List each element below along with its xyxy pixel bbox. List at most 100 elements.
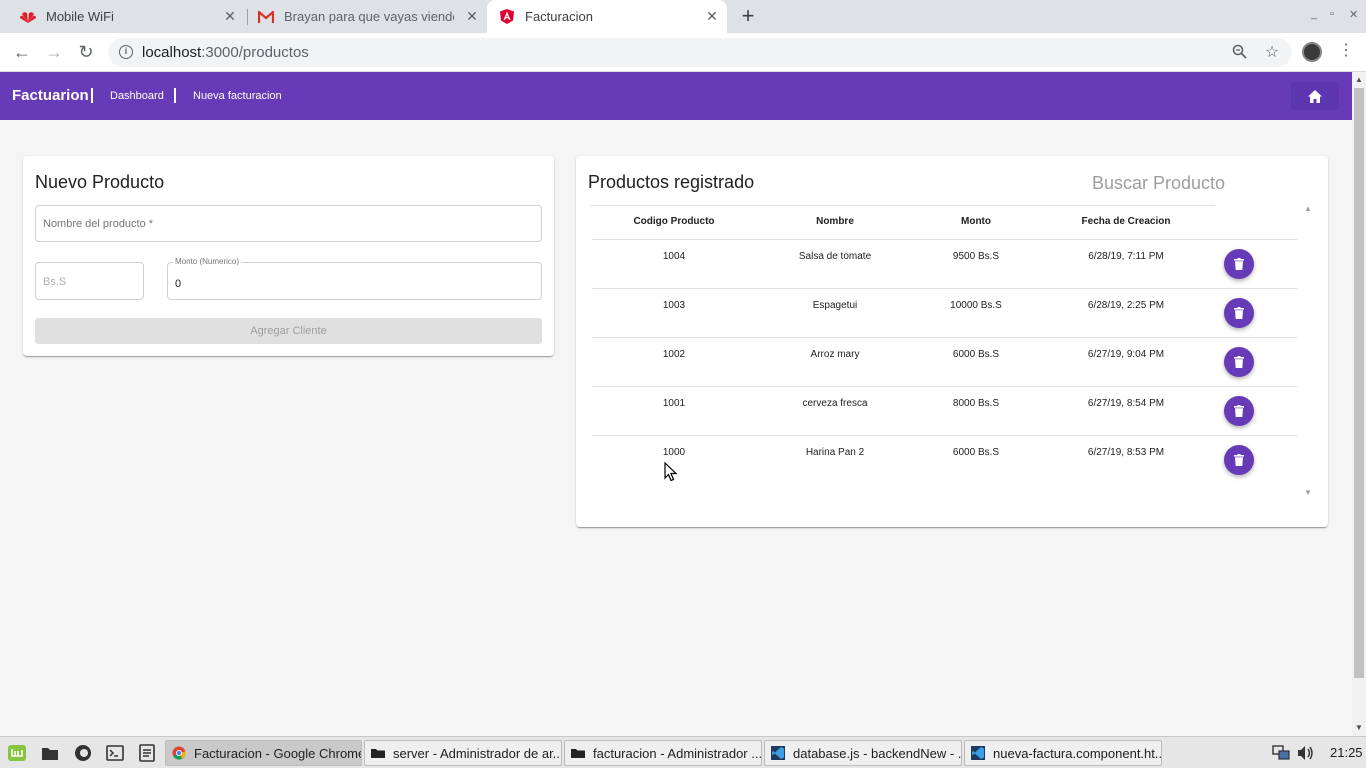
cell-name: Arroz mary [810, 349, 860, 360]
cell-code: 1002 [662, 349, 686, 360]
delete-product-button[interactable] [1224, 249, 1254, 279]
vscode-icon [971, 746, 985, 760]
cell-name: Harina Pan 2 [805, 447, 865, 458]
address-bar[interactable]: i localhost:3000/productos ☆ [108, 38, 1292, 67]
cell-code: 1004 [662, 251, 686, 262]
os-taskbar: Facturacion - Google Chrome server - Adm… [0, 736, 1366, 768]
cell-name: Espagetui [812, 300, 858, 311]
amount-label: Monto (Numerico) [173, 257, 242, 266]
home-icon [1308, 89, 1322, 103]
task-label: server - Administrador de ar... [393, 745, 562, 761]
network-icon[interactable] [1272, 745, 1290, 761]
delete-product-button[interactable] [1224, 298, 1254, 328]
files-icon[interactable] [40, 743, 60, 763]
column-header-code: Codigo Producto [633, 216, 715, 227]
task-vscode-database[interactable]: database.js - backendNew - ... [764, 740, 962, 766]
trash-icon [1234, 454, 1244, 466]
reload-icon[interactable]: ↻ [76, 42, 96, 62]
close-window-icon[interactable]: ✕ [1349, 8, 1358, 21]
currency-placeholder: Bs.S [43, 276, 67, 288]
task-file-manager-server[interactable]: server - Administrador de ar... [364, 740, 562, 766]
tab-mobile-wifi[interactable]: Mobile WiFi ✕ [0, 0, 245, 33]
search-product-input[interactable]: Buscar Producto [1092, 173, 1225, 194]
text-editor-icon[interactable] [137, 743, 157, 763]
folder-icon [571, 749, 585, 758]
header-divider [592, 239, 1297, 240]
back-arrow-icon[interactable]: ← [12, 42, 32, 62]
brand-title[interactable]: Factuarion [12, 87, 89, 104]
chrome-icon [172, 746, 186, 760]
cell-code: 1001 [662, 398, 686, 409]
folder-icon [371, 749, 385, 758]
nav-divider [174, 88, 176, 103]
new-tab-button[interactable]: + [737, 5, 759, 28]
delete-product-button[interactable] [1224, 396, 1254, 426]
menu-kebab-icon[interactable]: ⋮ [1338, 41, 1354, 61]
row-divider [592, 337, 1297, 338]
scroll-up-arrow-icon[interactable]: ▲ [1355, 75, 1363, 84]
close-tab-icon[interactable]: ✕ [223, 9, 237, 23]
cell-name: Salsa de tomate [798, 251, 872, 262]
add-client-button[interactable]: Agregar Cliente [35, 318, 542, 344]
column-header-date: Fecha de Creacion [1081, 216, 1171, 227]
scroll-down-arrow-icon[interactable]: ▼ [1304, 488, 1312, 497]
cell-amount: 10000 Bs.S [950, 300, 1002, 311]
zoom-icon[interactable] [1230, 44, 1248, 62]
close-tab-icon[interactable]: ✕ [465, 9, 479, 23]
task-vscode-nueva-factura[interactable]: nueva-factura.component.ht... [964, 740, 1162, 766]
nav-link-nueva-facturacion[interactable]: Nueva facturacion [193, 90, 282, 102]
forward-arrow-icon[interactable]: → [44, 42, 64, 62]
close-tab-icon[interactable]: ✕ [705, 9, 719, 23]
firefox-icon[interactable] [73, 743, 93, 763]
bookmark-star-icon[interactable]: ☆ [1263, 44, 1281, 62]
delete-product-button[interactable] [1224, 347, 1254, 377]
cell-date: 6/27/19, 8:53 PM [1087, 447, 1165, 458]
scroll-up-arrow-icon[interactable]: ▲ [1304, 204, 1312, 213]
task-file-manager-facturacion[interactable]: facturacion - Administrador ... [564, 740, 762, 766]
cell-amount: 9500 Bs.S [952, 251, 1000, 262]
product-name-input[interactable]: Nombre del producto * [35, 205, 542, 242]
trash-icon [1234, 405, 1244, 417]
new-product-title: Nuevo Producto [35, 172, 165, 192]
terminal-icon[interactable] [105, 743, 125, 763]
cell-amount: 8000 Bs.S [952, 398, 1000, 409]
scroll-down-arrow-icon[interactable]: ▼ [1355, 723, 1363, 732]
table-scrollbar[interactable]: ▲ ▼ [1302, 204, 1314, 498]
maximize-icon[interactable]: ▫ [1330, 8, 1334, 20]
tab-gmail[interactable]: Brayan para que vayas viendo ✕ [238, 0, 487, 33]
mouse-cursor-icon [664, 462, 677, 482]
cell-code: 1003 [662, 300, 686, 311]
trash-icon [1234, 356, 1244, 368]
cell-amount: 6000 Bs.S [952, 349, 1000, 360]
url-text: localhost:3000/productos [142, 44, 309, 61]
row-divider [592, 386, 1297, 387]
cell-code: 1000 [662, 447, 686, 458]
huawei-icon [20, 9, 36, 25]
scrollbar-thumb[interactable] [1354, 88, 1364, 678]
cell-amount: 6000 Bs.S [952, 447, 1000, 458]
trash-icon [1234, 258, 1244, 270]
tab-facturacion[interactable]: Facturacion ✕ [487, 0, 727, 33]
task-label: Facturacion - Google Chrome [194, 745, 362, 761]
cell-name: cerveza fresca [802, 398, 868, 409]
delete-product-button[interactable] [1224, 445, 1254, 475]
minimize-icon[interactable]: _ [1311, 8, 1317, 20]
products-card [576, 156, 1328, 527]
volume-icon[interactable] [1297, 745, 1315, 761]
home-button[interactable] [1291, 82, 1339, 110]
amount-input[interactable]: Monto (Numerico) 0 [167, 257, 542, 300]
avatar[interactable] [1302, 42, 1322, 62]
nav-link-dashboard[interactable]: Dashboard [110, 90, 164, 102]
task-chrome[interactable]: Facturacion - Google Chrome [165, 740, 362, 766]
page-scrollbar[interactable]: ▲ ▼ [1352, 72, 1366, 736]
mint-menu-icon[interactable] [7, 743, 27, 763]
vscode-icon [771, 746, 785, 760]
browser-toolbar: ← → ↻ i localhost:3000/productos ☆ ⋮ [0, 33, 1366, 72]
info-icon[interactable]: i [119, 45, 133, 59]
product-name-placeholder: Nombre del producto * [43, 218, 154, 230]
currency-field[interactable]: Bs.S [35, 262, 144, 300]
url-path: :3000/productos [201, 44, 309, 61]
trash-icon [1234, 307, 1244, 319]
tab-title: Brayan para que vayas viendo [284, 9, 454, 24]
browser-tab-strip: Mobile WiFi ✕ Brayan para que vayas vien… [0, 0, 1366, 33]
